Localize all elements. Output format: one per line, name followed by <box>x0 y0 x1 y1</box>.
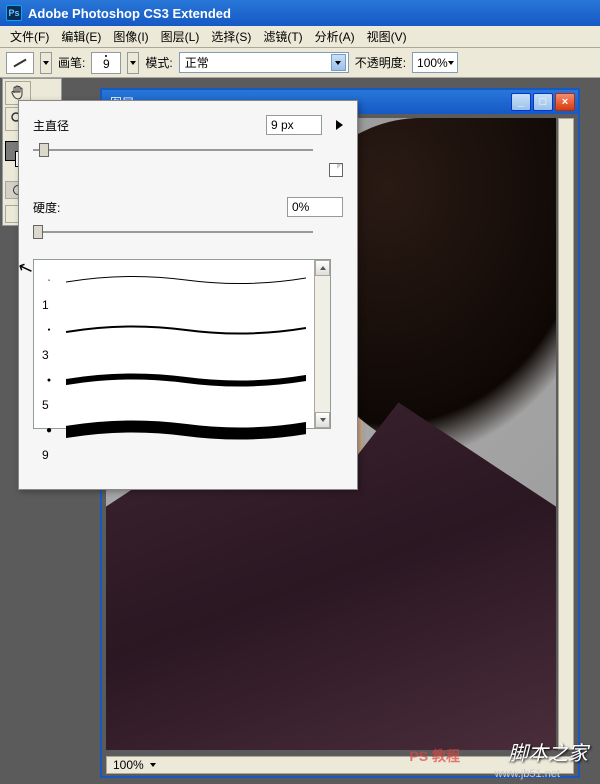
watermark-url: www.jb51.net <box>495 768 560 780</box>
workspace: 图层 ... _ □ × 100% 主直径 9 px <box>0 78 600 784</box>
use-sample-size-icon[interactable] <box>329 163 343 177</box>
brush-preset-item[interactable]: ● <box>42 420 306 440</box>
brush-preset-item[interactable]: ● <box>42 270 306 290</box>
diameter-input[interactable]: 9 px <box>266 115 322 135</box>
hardness-input[interactable]: 0% <box>287 197 343 217</box>
mode-label: 模式: <box>145 54 172 71</box>
hardness-slider[interactable] <box>33 225 313 239</box>
app-title: Adobe Photoshop CS3 Extended <box>28 6 231 21</box>
scroll-track[interactable] <box>315 276 330 412</box>
menubar: 文件(F) 编辑(E) 图像(I) 图层(L) 选择(S) 滤镜(T) 分析(A… <box>0 26 600 48</box>
chevron-down-icon <box>448 61 455 65</box>
menu-image[interactable]: 图像(I) <box>107 26 154 47</box>
menu-select[interactable]: 选择(S) <box>205 26 257 47</box>
brush-preset-item[interactable]: ● <box>42 370 306 390</box>
slider-thumb[interactable] <box>39 143 49 157</box>
diameter-label: 主直径 <box>33 117 69 134</box>
flyout-menu-icon[interactable] <box>336 120 343 130</box>
preset-scrollbar[interactable] <box>314 260 330 428</box>
opacity-input[interactable]: 100% <box>412 52 458 73</box>
brush-size-value: 9 <box>103 57 110 71</box>
watermark-main: 脚本之家 <box>508 737 588 766</box>
brush-preset-size: 5 <box>42 398 306 412</box>
scroll-up-icon[interactable] <box>315 260 330 276</box>
menu-edit[interactable]: 编辑(E) <box>55 26 107 47</box>
brush-preset-popup: 主直径 9 px 硬度: 0% ● <box>18 100 358 490</box>
blend-mode-select[interactable]: 正常 <box>179 52 349 73</box>
titlebar: Ps Adobe Photoshop CS3 Extended <box>0 0 600 26</box>
hardness-label: 硬度: <box>33 199 60 216</box>
maximize-button[interactable]: □ <box>533 93 553 111</box>
brush-list-items: ● 1 ● 3 ● 5 ● 9 <box>34 260 314 428</box>
zoom-value[interactable]: 100% <box>113 758 144 772</box>
brush-preset-size: 9 <box>42 448 306 462</box>
brush-preset-item[interactable]: ● <box>42 320 306 340</box>
menu-analysis[interactable]: 分析(A) <box>309 26 361 47</box>
menu-file[interactable]: 文件(F) <box>4 26 55 47</box>
chevron-down-icon[interactable] <box>148 763 158 767</box>
menu-filter[interactable]: 滤镜(T) <box>257 26 308 47</box>
menu-view[interactable]: 视图(V) <box>361 26 413 47</box>
tool-preset-arrow-icon[interactable] <box>40 52 52 74</box>
vertical-scrollbar[interactable] <box>558 118 574 750</box>
menu-layer[interactable]: 图层(L) <box>155 26 206 47</box>
brush-preset-size: 3 <box>42 348 306 362</box>
scroll-down-icon[interactable] <box>315 412 330 428</box>
brush-preset-arrow-icon[interactable] <box>127 52 139 74</box>
opacity-value: 100% <box>417 56 448 70</box>
brush-label: 画笔: <box>58 54 85 71</box>
blend-mode-value: 正常 <box>185 54 209 71</box>
photoshop-icon: Ps <box>6 5 22 21</box>
brush-preset-thumb[interactable]: 9 <box>91 52 121 74</box>
minimize-button[interactable]: _ <box>511 93 531 111</box>
brush-preset-list: ● 1 ● 3 ● 5 ● 9 <box>33 259 331 429</box>
diameter-slider[interactable] <box>33 143 313 157</box>
close-button[interactable]: × <box>555 93 575 111</box>
slider-thumb[interactable] <box>33 225 43 239</box>
opacity-label: 不透明度: <box>355 54 406 71</box>
options-bar: 画笔: 9 模式: 正常 不透明度: 100% <box>0 48 600 78</box>
chevron-down-icon <box>331 54 346 71</box>
tool-preset-picker[interactable] <box>6 52 34 74</box>
watermark-ps: PS 教程 <box>409 746 460 766</box>
brush-preset-size: 1 <box>42 298 306 312</box>
